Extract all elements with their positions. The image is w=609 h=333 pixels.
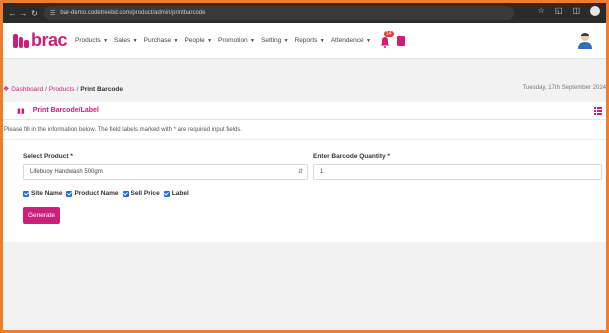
- product-select-value: Lifebuoy Handwash 500gm: [30, 169, 103, 175]
- generate-button[interactable]: Generate: [23, 207, 60, 224]
- url-text: bar-demo.codetreebd.com/product/admin/pr…: [60, 10, 206, 16]
- label-checkbox[interactable]: Label: [163, 190, 189, 197]
- back-icon[interactable]: ←: [7, 9, 18, 18]
- breadcrumb-dashboard[interactable]: Dashboard: [11, 86, 43, 93]
- bookmark-star-icon[interactable]: ☆: [538, 6, 545, 16]
- breadcrumb-separator: /: [76, 85, 79, 93]
- menu-promotion[interactable]: Promotion ▼: [218, 37, 255, 44]
- app-navbar: brac Products ▼ Sales ▼ Purchase ▼ Peopl…: [3, 23, 606, 59]
- browser-toolbar: ← → ↻ ☰ bar-demo.codetreebd.com/product/…: [3, 3, 606, 23]
- print-options: Site Name Product Name Sell Price Label: [23, 190, 189, 197]
- barcode-quantity-label: Enter Barcode Quantity *: [313, 153, 390, 160]
- site-name-checkbox[interactable]: Site Name: [23, 190, 62, 197]
- split-view-icon[interactable]: ◫: [572, 6, 580, 16]
- breadcrumb: ❖ Dashboard / Products / Print Barcode T…: [3, 81, 606, 97]
- user-avatar[interactable]: [576, 31, 594, 49]
- forward-icon[interactable]: →: [18, 9, 29, 18]
- browser-profile-icon[interactable]: [590, 6, 600, 16]
- checkbox-checked-icon[interactable]: [122, 190, 129, 197]
- checkbox-checked-icon[interactable]: [23, 190, 29, 197]
- brac-logo[interactable]: brac: [13, 30, 68, 51]
- card-title: Print Barcode/Label: [32, 107, 99, 114]
- chevron-down-icon: ▼: [101, 38, 109, 44]
- chevron-down-icon: ▼: [205, 38, 213, 44]
- calculator-icon[interactable]: [396, 35, 405, 46]
- chevron-down-icon: ▼: [131, 38, 138, 44]
- checkbox-checked-icon[interactable]: [66, 190, 73, 197]
- select-product-label: Select Product *: [23, 153, 73, 160]
- select-arrows-icon: ⇵: [297, 169, 303, 175]
- menu-sales[interactable]: Sales ▼: [114, 37, 138, 44]
- list-menu-icon[interactable]: [594, 107, 602, 115]
- logo-text: brac: [31, 30, 68, 50]
- chevron-down-icon: ▼: [248, 38, 256, 44]
- product-name-checkbox[interactable]: Product Name: [66, 190, 119, 197]
- product-select[interactable]: Lifebuoy Handwash 500gm ⇵: [23, 164, 308, 180]
- checkbox-checked-icon[interactable]: [163, 190, 170, 197]
- breadcrumb-current: Print Barcode: [80, 85, 123, 93]
- menu-reports[interactable]: Reports ▼: [295, 37, 325, 44]
- screenshot-frame: ← → ↻ ☰ bar-demo.codetreebd.com/product/…: [0, 0, 609, 333]
- site-info-icon[interactable]: ☰: [50, 10, 55, 17]
- brac-logo-mark-icon: [13, 33, 29, 48]
- reload-icon[interactable]: ↻: [29, 9, 40, 18]
- sell-price-checkbox[interactable]: Sell Price: [122, 190, 160, 197]
- main-menu: Products ▼ Sales ▼ Purchase ▼ People ▼ P…: [75, 37, 371, 44]
- breadcrumb-separator: /: [45, 85, 47, 93]
- notification-count-badge: 14: [383, 30, 394, 37]
- menu-people[interactable]: People ▼: [184, 37, 212, 44]
- chevron-down-icon: ▼: [282, 38, 289, 44]
- breadcrumb-products[interactable]: Products: [49, 86, 75, 93]
- chevron-down-icon: ▼: [318, 38, 325, 44]
- current-date: Tuesday, 17th September 2024: [522, 85, 606, 91]
- form-instructions: Please fill in the information below. Th…: [3, 120, 606, 140]
- browser-actions: ☆ ◱ ◫: [538, 6, 600, 16]
- extensions-icon[interactable]: ◱: [555, 6, 563, 16]
- card-header: ▮▮ Print Barcode/Label: [3, 102, 606, 120]
- notification-bell-icon[interactable]: 14: [379, 30, 394, 48]
- menu-attendence[interactable]: Attendence ▼: [331, 37, 371, 44]
- chevron-down-icon: ▼: [364, 38, 371, 44]
- print-barcode-card: ▮▮ Print Barcode/Label Please fill in th…: [3, 102, 606, 242]
- menu-products[interactable]: Products ▼: [75, 37, 108, 44]
- home-icon: ❖: [3, 86, 10, 93]
- menu-purchase[interactable]: Purchase ▼: [144, 37, 179, 44]
- panel-bars-icon: ▮▮: [17, 107, 25, 115]
- barcode-quantity-input[interactable]: 1: [313, 164, 602, 180]
- menu-setting[interactable]: Setting ▼: [261, 37, 289, 44]
- address-bar[interactable]: ☰ bar-demo.codetreebd.com/product/admin/…: [44, 6, 514, 20]
- chevron-down-icon: ▼: [172, 38, 179, 44]
